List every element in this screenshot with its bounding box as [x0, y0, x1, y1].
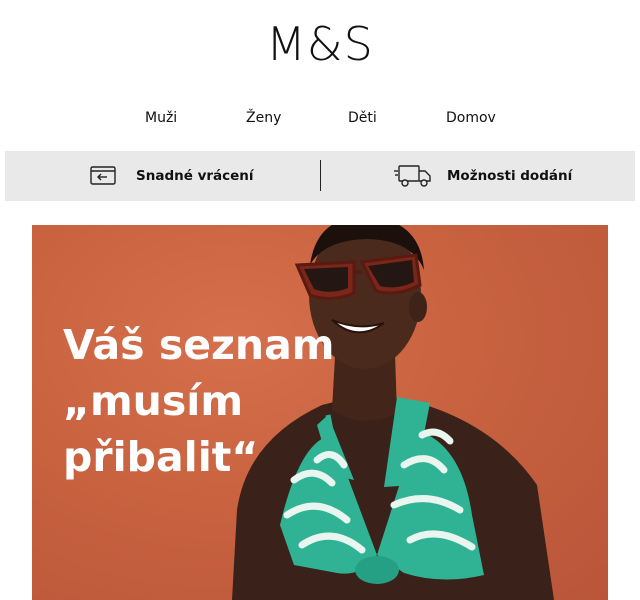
card-return-icon — [89, 164, 117, 188]
delivery-truck-icon — [393, 162, 433, 190]
easy-returns-link[interactable]: Snadné vrácení — [89, 151, 254, 201]
delivery-options-link[interactable]: Možnosti dodání — [393, 151, 572, 201]
hero-banner[interactable]: Váš seznam „musím přibalit“ — [32, 225, 608, 600]
delivery-options-label: Možnosti dodání — [447, 168, 573, 184]
hero-headline-line: „musím — [63, 377, 244, 425]
hero-headline-line: přibalit“ — [63, 433, 259, 481]
brand-logo[interactable]: M&S — [0, 16, 640, 72]
service-divider — [320, 160, 321, 191]
easy-returns-label: Snadné vrácení — [136, 168, 254, 184]
nav-item-home[interactable]: Domov — [446, 108, 496, 128]
main-nav: Muži Ženy Děti Domov — [0, 108, 640, 130]
hero-headline-line: Váš seznam — [63, 321, 335, 369]
nav-item-men[interactable]: Muži — [145, 108, 177, 128]
nav-item-kids[interactable]: Děti — [348, 108, 377, 128]
nav-item-women[interactable]: Ženy — [246, 108, 281, 128]
service-bar: Snadné vrácení Možnosti dodání — [5, 151, 635, 201]
hero-headline: Váš seznam „musím přibalit“ — [63, 317, 343, 485]
